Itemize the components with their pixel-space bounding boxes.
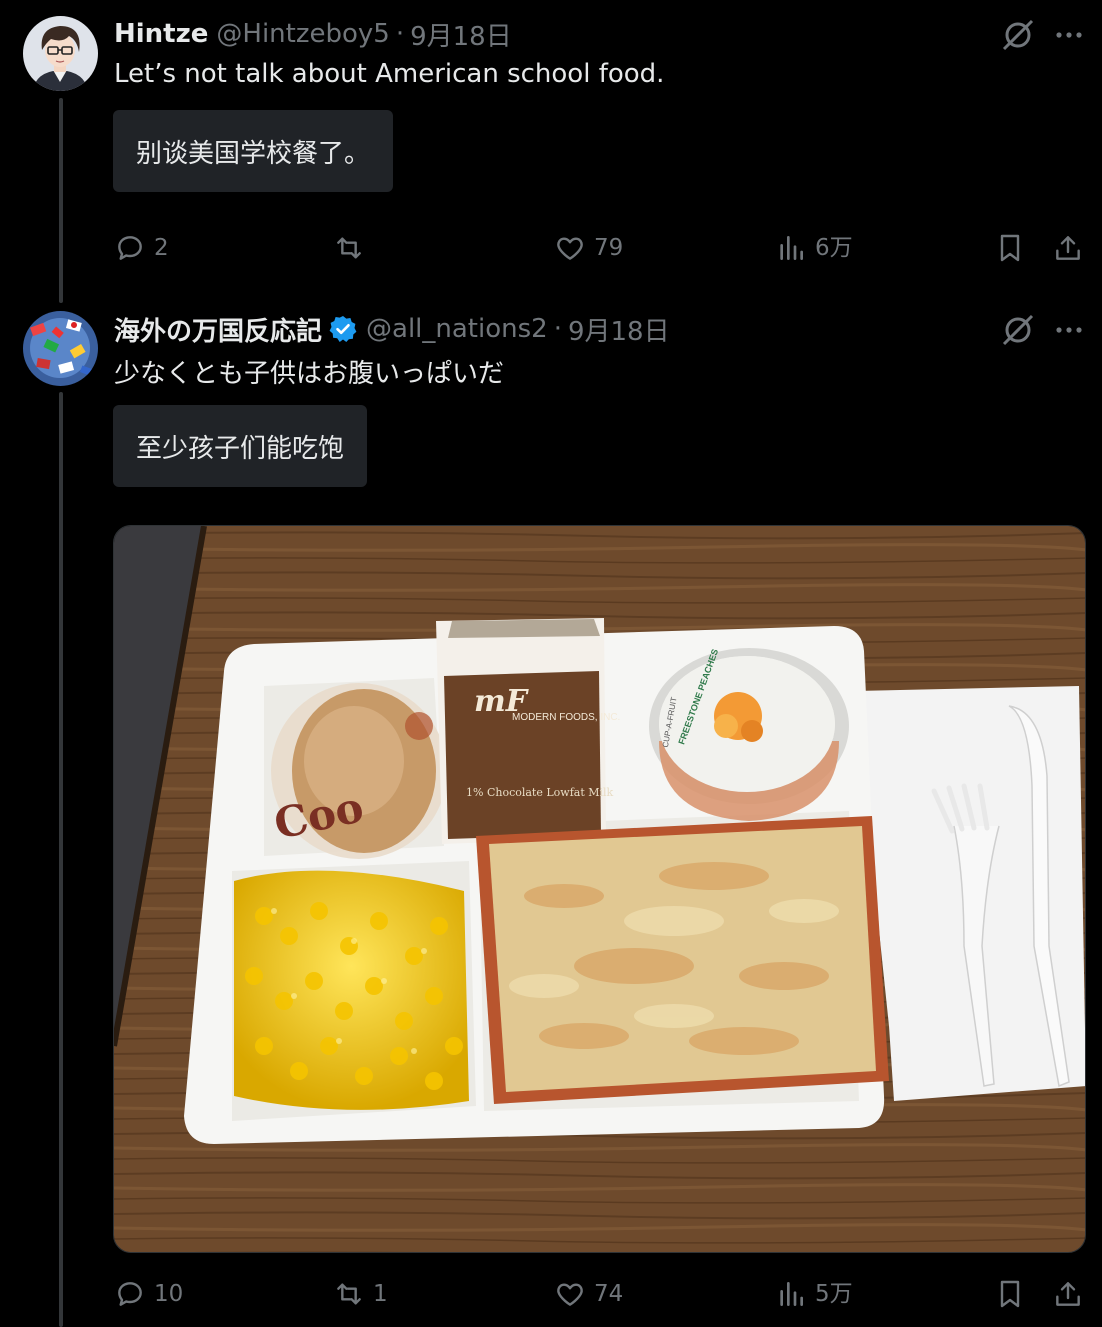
verified-badge-icon xyxy=(328,314,358,344)
views-count: 5万 xyxy=(815,1281,853,1307)
tweet[interactable]: Hintze @Hintzeboy5 · 9月18日 Let’s not tal… xyxy=(0,0,1102,300)
retweet-icon xyxy=(337,237,361,259)
bookmark-button[interactable] xyxy=(994,1274,1034,1314)
retweet-icon xyxy=(337,1283,361,1305)
retweet-button[interactable] xyxy=(333,228,373,268)
separator: · xyxy=(395,19,405,49)
like-count: 79 xyxy=(594,235,624,261)
user-handle[interactable]: @all_nations2 xyxy=(366,314,548,344)
heart-icon xyxy=(557,1283,583,1306)
share-icon xyxy=(1056,1282,1080,1306)
share-button[interactable] xyxy=(1052,228,1092,268)
tweet-header: 海外の万国反応記 @all_nations2 · 9月18日 xyxy=(114,311,670,348)
avatar[interactable] xyxy=(23,16,98,91)
bookmark-icon xyxy=(1000,1280,1020,1308)
like-count: 74 xyxy=(594,1281,624,1307)
reply-icon xyxy=(118,236,142,260)
action-bar: 10 1 74 5万 xyxy=(0,1274,1102,1314)
tweet-text: Let’s not talk about American school foo… xyxy=(114,59,665,89)
display-name[interactable]: 海外の万国反応記 xyxy=(114,311,322,348)
translation-box: 别谈美国学校餐了。 xyxy=(113,110,394,192)
tweet-header: Hintze @Hintzeboy5 · 9月18日 xyxy=(114,16,512,53)
grok-icon[interactable] xyxy=(1000,312,1036,348)
retweet-count: 1 xyxy=(373,1281,388,1307)
views-count: 6万 xyxy=(815,235,853,261)
more-icon[interactable] xyxy=(1052,313,1086,347)
heart-icon xyxy=(557,237,583,260)
more-icon[interactable] xyxy=(1052,18,1086,52)
views-icon xyxy=(780,236,803,260)
share-icon xyxy=(1056,236,1080,260)
reply-button[interactable]: 2 xyxy=(114,228,169,268)
views-icon xyxy=(780,1282,803,1306)
avatar[interactable] xyxy=(23,311,98,386)
action-bar: 2 79 6万 xyxy=(0,228,1102,268)
grok-icon[interactable] xyxy=(1000,17,1036,53)
tweet-date[interactable]: 9月18日 xyxy=(410,16,512,53)
translation-box: 至少孩子们能吃饱 xyxy=(113,405,368,487)
tweet-date[interactable]: 9月18日 xyxy=(568,311,670,348)
like-button[interactable]: 79 xyxy=(554,228,623,268)
share-button[interactable] xyxy=(1052,1274,1092,1314)
bookmark-button[interactable] xyxy=(994,228,1034,268)
reply-button[interactable]: 10 xyxy=(114,1274,183,1314)
views-button[interactable]: 6万 xyxy=(775,228,853,268)
retweet-button[interactable]: 1 xyxy=(333,1274,388,1314)
reply-count: 2 xyxy=(154,235,169,261)
tweet-image[interactable]: Coo mF MODERN FOODS, INC. 1% Chocolate L… xyxy=(113,525,1086,1253)
separator: · xyxy=(553,314,562,344)
views-button[interactable]: 5万 xyxy=(775,1274,853,1314)
user-handle[interactable]: @Hintzeboy5 xyxy=(216,19,389,49)
reply-icon xyxy=(118,1282,142,1306)
reply-count: 10 xyxy=(154,1281,184,1307)
milk-label: 1% Chocolate Lowfat Milk xyxy=(466,786,614,799)
display-name[interactable]: Hintze xyxy=(114,19,208,49)
tweet-text: 少なくとも子供はお腹いっぱいだ xyxy=(114,359,505,389)
bookmark-icon xyxy=(1000,234,1020,262)
milk-brand: MODERN FOODS, INC. xyxy=(512,712,620,723)
like-button[interactable]: 74 xyxy=(554,1274,623,1314)
